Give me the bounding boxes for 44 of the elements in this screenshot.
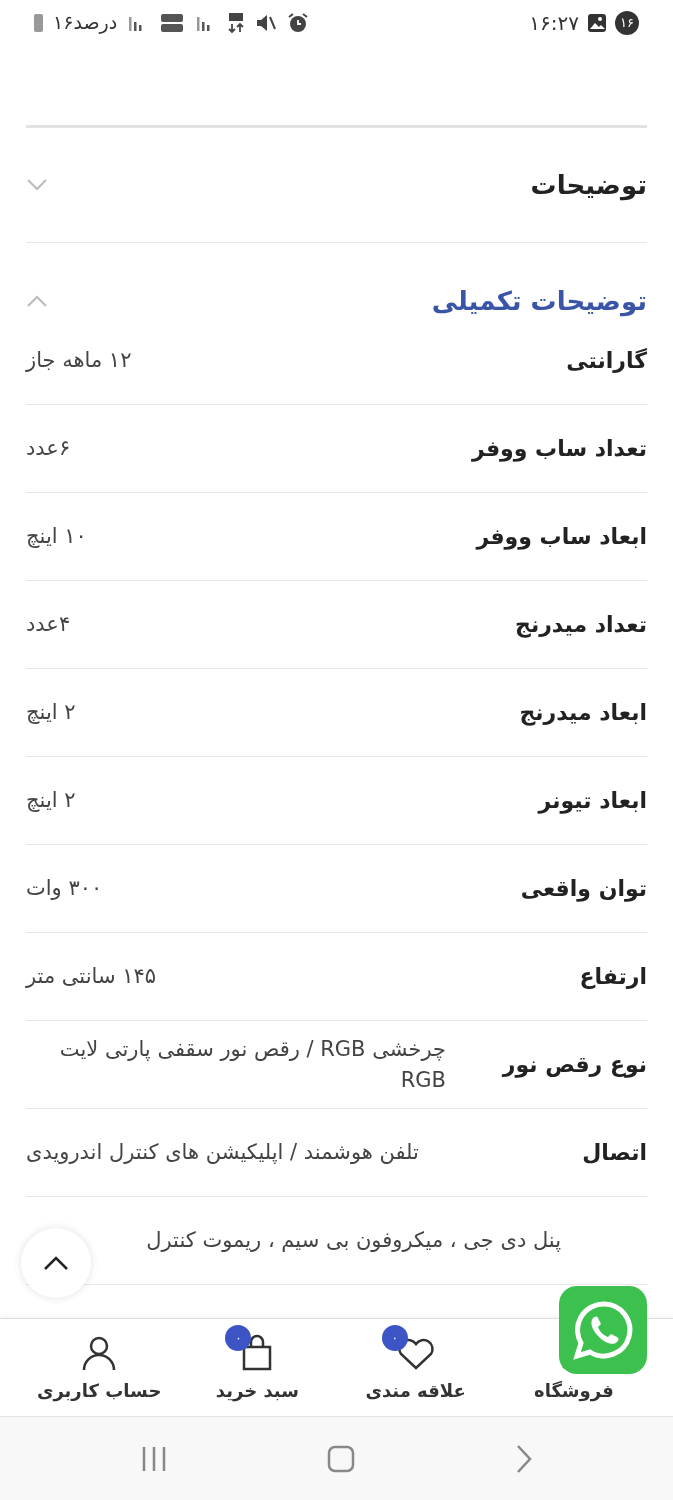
home-icon[interactable] [326,1443,357,1474]
spec-label: ابعاد ساب ووفر [476,523,647,552]
whatsapp-button[interactable] [559,1286,647,1374]
chevron-up-icon [43,1255,69,1271]
spec-label: اتصال [582,1139,647,1167]
clock: ۱۶:۲۷ [529,9,579,37]
spec-label: تعداد ساب ووفر [472,435,647,464]
spec-value: پنل دی جی ، میکروفون بی سیم ، ریموت کنترل [146,1227,561,1255]
battery-text: ۱۶درصد [53,10,118,36]
nav-item[interactable]: سبد خرید [215,1377,299,1404]
spec-label: توان واقعی [520,875,647,904]
spec-label: ارتفاع [579,963,647,991]
spec-value: ۴عدد [26,611,71,639]
spec-value: ۲ اینچ [26,787,76,815]
image-icon [587,12,607,33]
chevron-down-icon[interactable] [26,178,48,192]
data-arrows-icon [227,11,246,34]
spec-label: گارانتی [566,347,647,375]
spec-value: چرخشی RGB / رقص نور سقفی پارتی لایت RGB [58,1036,446,1094]
spec-value: تلفن هوشمند / اپلیکیشن های کنترل اندرویدی [26,1139,419,1167]
spec-label: تعداد میدرنج [515,611,647,640]
spec-label: ابعاد تیونر [538,787,647,816]
spec-label: ابعاد میدرنج [519,699,647,728]
nav-item[interactable]: علاقه مندی [365,1377,466,1404]
section-title[interactable]: توضیحات تکمیلی [431,281,647,321]
count-badge: ۰ [381,1325,408,1351]
mute-icon [255,12,278,33]
user-icon [81,1335,118,1371]
battery-icon [34,13,43,32]
spec-value: ۱۰ اینچ [26,523,87,551]
spec-value: ۶عدد [26,435,71,463]
section-title[interactable]: توضیحات [530,165,647,205]
spec-value: ۳۰۰ وات [26,875,103,903]
spec-label: نوع رقص نور [502,1051,647,1080]
spec-value: ۲ اینچ [26,699,76,727]
spec-value: ۱۲ ماهه جاز [26,347,132,375]
chevron-up-icon[interactable] [26,294,48,308]
nav-item[interactable]: فروشگاه [534,1377,614,1404]
spec-value: ۱۴۵ سانتی متر [26,963,157,991]
scroll-top-button[interactable] [21,1228,91,1298]
count-badge: ۰ [225,1325,252,1351]
nav-item[interactable]: حساب کاربری [36,1377,162,1404]
alarm-icon [287,11,310,34]
notification-badge: ۱۶ [615,10,639,35]
